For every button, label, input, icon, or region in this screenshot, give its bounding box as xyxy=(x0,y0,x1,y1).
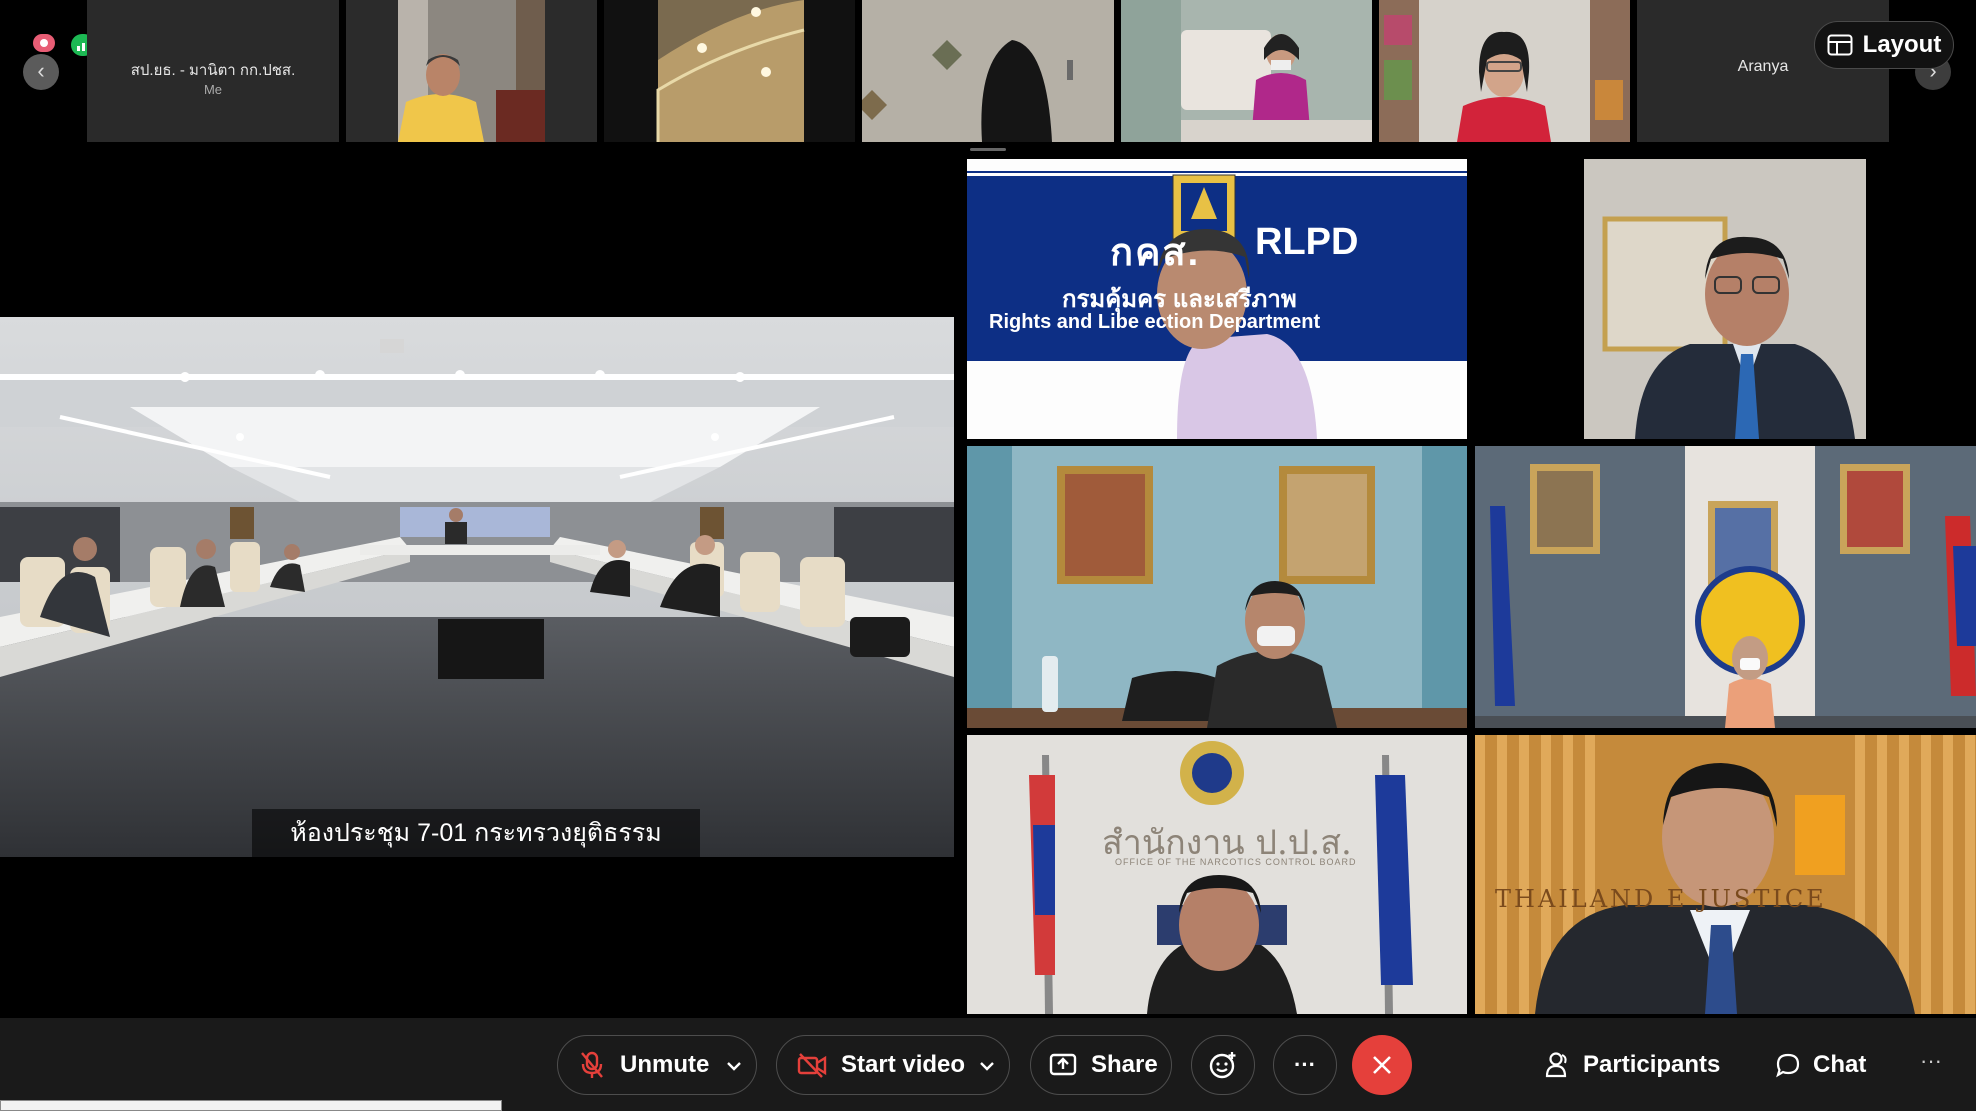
filmstrip-prev-button[interactable]: ‹ xyxy=(23,54,59,90)
chat-bubble-icon xyxy=(1776,1053,1800,1078)
layout-icon xyxy=(1827,34,1853,56)
video-off-icon xyxy=(797,1053,827,1078)
share-label: Share xyxy=(1091,1051,1158,1078)
participant-video-tile-oncb[interactable]: สำนักงาน ป.ป.ส. OFFICE OF THE NARCOTICS … xyxy=(967,735,1467,1014)
participant-video-image xyxy=(1475,446,1976,728)
participants-button[interactable]: Participants xyxy=(1545,1035,1720,1095)
self-tag: Me xyxy=(203,82,223,97)
participant-video-tile[interactable] xyxy=(1475,159,1976,439)
oncb-backdrop xyxy=(967,735,1467,1014)
chevron-down-icon[interactable] xyxy=(722,1054,746,1078)
window-thumbnail[interactable] xyxy=(0,1100,502,1111)
share-screen-icon xyxy=(1049,1053,1077,1076)
participant-video-image xyxy=(967,446,1467,728)
participant-video-tile-tij[interactable]: THAILAND E JUSTICE xyxy=(1475,735,1976,1014)
participant-video-tile[interactable] xyxy=(604,0,855,142)
unmute-label: Unmute xyxy=(620,1051,710,1078)
meeting-room-image xyxy=(0,317,954,857)
emoji-reaction-icon xyxy=(1209,1052,1236,1079)
oncb-office-subtitle: OFFICE OF THE NARCOTICS CONTROL BOARD xyxy=(1115,857,1357,867)
start-video-button[interactable]: Start video xyxy=(776,1035,1010,1095)
chat-button[interactable]: Chat xyxy=(1775,1035,1866,1095)
participant-video-tile[interactable] xyxy=(1121,0,1372,142)
rlpd-thai-short: กคส. xyxy=(1110,232,1201,274)
participant-video-tile-rlpd[interactable]: กคส. RLPD กรมคุ้มคร และเสรีภาพ Rights an… xyxy=(967,159,1467,439)
room-caption: ห้องประชุม 7-01 กระทรวงยุติธรรม xyxy=(252,809,700,857)
participant-video-tile[interactable] xyxy=(346,0,597,142)
overflow-menu-button[interactable]: ··· xyxy=(1920,1048,1942,1074)
rlpd-en-short: RLPD xyxy=(1255,221,1359,263)
rlpd-en-name: Rights and Libe ection Department xyxy=(989,311,1321,333)
unmute-button[interactable]: Unmute xyxy=(557,1035,757,1095)
filmstrip-resize-handle[interactable] xyxy=(970,148,1006,151)
participant-video-image xyxy=(1475,735,1976,1014)
participant-video-image xyxy=(1475,159,1976,439)
microphone-muted-icon xyxy=(581,1051,603,1078)
participant-filmstrip: สป.ยธ. - มานิตา กก.ปชส. Me ‹ Aranya › La… xyxy=(0,0,1976,145)
share-button[interactable]: Share xyxy=(1030,1035,1172,1095)
participants-icon xyxy=(1545,1052,1567,1078)
participants-label: Participants xyxy=(1583,1051,1721,1078)
self-video-tile[interactable]: สป.ยธ. - มานิตา กก.ปชส. Me xyxy=(87,0,339,142)
participant-video-tile[interactable] xyxy=(1475,446,1976,728)
layout-button[interactable]: Layout xyxy=(1814,21,1954,69)
chevron-down-icon[interactable] xyxy=(975,1054,999,1078)
self-participant-name: สป.ยธ. - มานิตา กก.ปชส. xyxy=(130,62,296,79)
tij-wall-text: THAILAND E JUSTICE xyxy=(1495,885,1827,913)
layout-label: Layout xyxy=(1862,31,1942,58)
active-speaker-video[interactable]: ห้องประชุม 7-01 กระทรวงยุติธรรม xyxy=(0,317,954,857)
leave-meeting-button[interactable] xyxy=(1352,1035,1412,1095)
participant-video-tile[interactable] xyxy=(862,0,1114,142)
reactions-button[interactable] xyxy=(1191,1035,1255,1095)
close-icon xyxy=(1373,1056,1391,1074)
meeting-controls-bar: Unmute Start video Share ··· Participant… xyxy=(0,1018,1976,1111)
more-icon: ··· xyxy=(1294,1052,1316,1077)
start-video-label: Start video xyxy=(841,1051,966,1078)
participant-video-tile[interactable] xyxy=(967,446,1467,728)
more-options-button[interactable]: ··· xyxy=(1273,1035,1337,1095)
recording-indicator-icon[interactable] xyxy=(33,34,55,52)
chat-label: Chat xyxy=(1813,1051,1867,1078)
participant-video-tile[interactable] xyxy=(1379,0,1630,142)
